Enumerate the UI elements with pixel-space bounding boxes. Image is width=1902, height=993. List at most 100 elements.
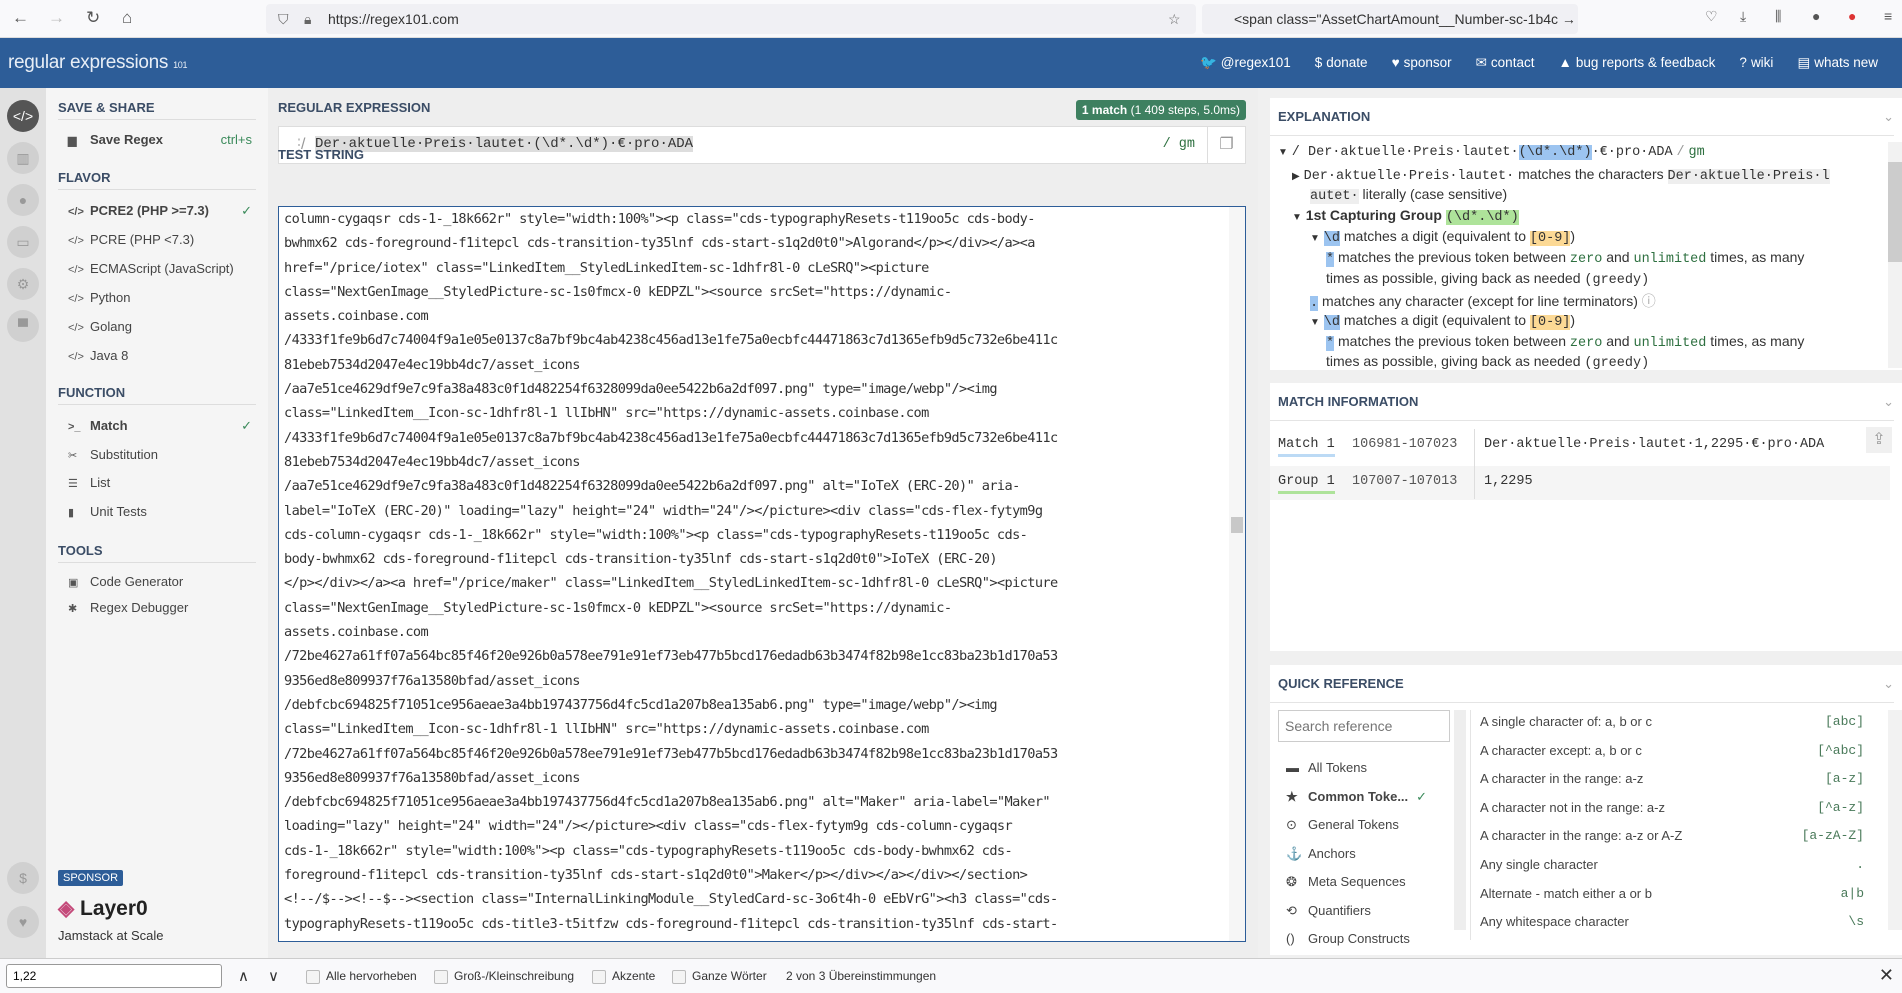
- sidebar-item-list[interactable]: ☰ List: [68, 475, 258, 490]
- sidebar-item-code-generator[interactable]: ▣ Code Generator: [68, 574, 258, 589]
- sidebar-item-pcre-php-7-3-[interactable]: </> PCRE (PHP <7.3): [68, 232, 258, 247]
- sidebar-item-unit-tests[interactable]: ▮ Unit Tests: [68, 504, 258, 519]
- sidebar-item-pcre2-php-7-3-[interactable]: </> PCRE2 (PHP >=7.3) ✓: [68, 203, 258, 218]
- reference-category[interactable]: ⟲ Quantifiers: [1286, 903, 1371, 919]
- extension-icon[interactable]: ●: [1812, 8, 1820, 24]
- chat-icon[interactable]: ▀: [7, 310, 39, 342]
- sidebar-item-match[interactable]: >_ Match ✓: [68, 418, 258, 433]
- header-link-label: sponsor: [1403, 55, 1452, 70]
- reference-description: Any single character: [1480, 857, 1598, 872]
- close-icon[interactable]: ✕: [1879, 965, 1894, 986]
- previous-match-icon[interactable]: ∧: [238, 967, 249, 985]
- find-bar: ∧ ∨ Alle hervorheben Groß-/Kleinschreibu…: [0, 958, 1902, 993]
- reference-category[interactable]: ❂ Meta Sequences: [1286, 874, 1406, 890]
- regex-flags[interactable]: / gm: [1163, 137, 1195, 152]
- reference-category[interactable]: ★ Common Toke... ✓: [1286, 789, 1427, 805]
- share-icon[interactable]: ⇪: [1866, 427, 1892, 453]
- help-icon: ⓘ: [1641, 293, 1656, 309]
- settings-gear-icon[interactable]: ⚙: [7, 268, 39, 300]
- match-value[interactable]: Der·aktuelle·Preis·lautet·1,2295·€·pro·A…: [1484, 437, 1824, 452]
- save-regex-button[interactable]: ▆ Save Regex ctrl+s: [68, 132, 258, 147]
- library-icon[interactable]: ▥: [7, 142, 39, 174]
- match-divider: [1474, 429, 1475, 499]
- explanation-star-1-cont[interactable]: times as possible, giving back as needed…: [1326, 270, 1649, 288]
- reference-category[interactable]: ⊙ General Tokens: [1286, 817, 1399, 833]
- header-link-wiki[interactable]: ? wiki: [1739, 55, 1785, 70]
- explanation-root[interactable]: ▼ / Der·aktuelle·Preis·lautet·(\d*.\d*)·…: [1278, 142, 1705, 160]
- reload-icon[interactable]: ↻: [86, 8, 100, 28]
- test-string-input[interactable]: column-cygaqsr cds-1-_18k662r" style="wi…: [278, 206, 1246, 942]
- sidebar-item-label: ECMAScript (JavaScript): [90, 261, 234, 276]
- sidebar-item-ecmascript-javascript-[interactable]: </> ECMAScript (JavaScript): [68, 261, 258, 276]
- sidebar-item-label: PCRE2 (PHP >=7.3): [90, 203, 209, 218]
- bookmark-star-icon[interactable]: ☆: [1168, 11, 1181, 28]
- main-editor: REGULAR EXPRESSION 1 match (1 409 steps,…: [268, 88, 1258, 958]
- sidebar-item-python[interactable]: </> Python: [68, 290, 258, 305]
- reference-category[interactable]: () Group Constructs: [1286, 931, 1410, 946]
- sidebar-item-label: List: [90, 475, 111, 490]
- explanation-literal[interactable]: ▶ Der·aktuelle·Preis·lautet· matches the…: [1292, 166, 1830, 184]
- copy-icon[interactable]: ❐: [1207, 127, 1245, 163]
- explanation-digit-2[interactable]: ▼ \d matches a digit (equivalent to [0-9…: [1310, 312, 1575, 330]
- header-link-contact[interactable]: ✉ contact: [1476, 55, 1547, 70]
- sidebar-item-label: PCRE (PHP <7.3): [90, 232, 195, 247]
- logo[interactable]: regular expressions 101: [8, 52, 188, 74]
- dollar-icon[interactable]: $: [7, 862, 39, 894]
- check-icon: ✓: [1416, 788, 1428, 804]
- header-link--regex101[interactable]: 🐦 @regex101: [1200, 55, 1303, 70]
- header-link-sponsor[interactable]: ♥ sponsor: [1392, 55, 1464, 70]
- reference-scrollbar[interactable]: [1888, 710, 1902, 930]
- explanation-digit-1[interactable]: ▼ \d matches a digit (equivalent to [0-9…: [1310, 228, 1575, 246]
- library-icon[interactable]: ⫼: [1775, 8, 1781, 25]
- game-icon[interactable]: ▭: [7, 226, 39, 258]
- sponsor-tagline: Jamstack at Scale: [58, 928, 164, 943]
- home-icon[interactable]: ⌂: [122, 8, 132, 28]
- explanation-star-1[interactable]: * matches the previous token between zer…: [1326, 249, 1804, 267]
- regex-input[interactable]: ⋮ / Der·aktuelle·Preis·lautet·(\d*.\d*)·…: [278, 126, 1246, 164]
- explanation-scrollbar[interactable]: [1888, 142, 1902, 368]
- browser-search-field[interactable]: <span class="AssetChartAmount__Number-sc…: [1202, 4, 1578, 34]
- menu-icon[interactable]: ≡: [1884, 8, 1892, 24]
- pocket-icon[interactable]: ♡: [1705, 8, 1718, 25]
- quick-reference-heading[interactable]: QUICK REFERENCE ⌄: [1270, 665, 1894, 703]
- next-match-icon[interactable]: ∨: [268, 967, 279, 985]
- header-link-donate[interactable]: $ donate: [1315, 55, 1380, 70]
- sidebar-item-label: Python: [90, 290, 131, 305]
- test-string-text[interactable]: column-cygaqsr cds-1-_18k662r" style="wi…: [279, 207, 1245, 936]
- sponsor-logo[interactable]: ◈ Layer0: [58, 896, 148, 921]
- sidebar-item-golang[interactable]: </> Golang: [68, 319, 258, 334]
- sidebar-item-java-8[interactable]: </> Java 8: [68, 348, 258, 363]
- user-icon[interactable]: ●: [7, 184, 39, 216]
- explanation-star-2[interactable]: * matches the previous token between zer…: [1326, 333, 1804, 351]
- search-reference-input[interactable]: [1278, 710, 1450, 742]
- match-value[interactable]: 1,2295: [1484, 474, 1533, 489]
- find-input[interactable]: [6, 964, 222, 988]
- download-icon[interactable]: ⤓: [1740, 8, 1746, 25]
- sidebar-item-substitution[interactable]: ✂ Substitution: [68, 447, 258, 462]
- back-icon[interactable]: ←: [12, 8, 29, 28]
- regex-value[interactable]: Der·aktuelle·Preis·lautet·(\d*.\d*)·€·pr…: [315, 136, 694, 152]
- scrollbar-thumb[interactable]: [1231, 517, 1243, 533]
- url-bar[interactable]: ⛉ 🔒︎ https://regex101.com ☆: [266, 4, 1196, 34]
- heart-icon[interactable]: ♥: [7, 906, 39, 938]
- highlight-all-checkbox[interactable]: Alle hervorheben: [306, 969, 417, 984]
- explanation-star-2-cont[interactable]: times as possible, giving back as needed…: [1326, 353, 1649, 371]
- forward-icon[interactable]: →: [48, 8, 65, 28]
- reference-category[interactable]: ⚓ Anchors: [1286, 846, 1356, 862]
- match-label: Group 1: [1278, 474, 1335, 494]
- explanation-group[interactable]: ▼ 1st Capturing Group (\d*.\d*): [1292, 207, 1519, 225]
- categories-scrollbar[interactable]: [1454, 710, 1466, 930]
- match-information-heading[interactable]: MATCH INFORMATION ⌄: [1270, 383, 1894, 421]
- header-link-bug-reports-feedback[interactable]: ▲ bug reports & feedback: [1558, 55, 1727, 70]
- whole-words-checkbox[interactable]: Ganze Wörter: [672, 969, 767, 984]
- explanation-heading[interactable]: EXPLANATION ⌄: [1270, 98, 1894, 136]
- header-link-whats-new[interactable]: ▤ whats new: [1797, 55, 1890, 70]
- test-scrollbar[interactable]: [1229, 207, 1245, 941]
- adblock-icon[interactable]: ●: [1848, 8, 1856, 24]
- match-case-checkbox[interactable]: Groß-/Kleinschreibung: [434, 969, 574, 984]
- sidebar-item-regex-debugger[interactable]: ✱ Regex Debugger: [68, 600, 258, 615]
- explanation-dot[interactable]: . matches any character (except for line…: [1310, 291, 1656, 311]
- accents-checkbox[interactable]: Akzente: [592, 969, 655, 984]
- code-icon[interactable]: </>: [7, 100, 39, 132]
- reference-category[interactable]: ▬ All Tokens: [1286, 760, 1367, 775]
